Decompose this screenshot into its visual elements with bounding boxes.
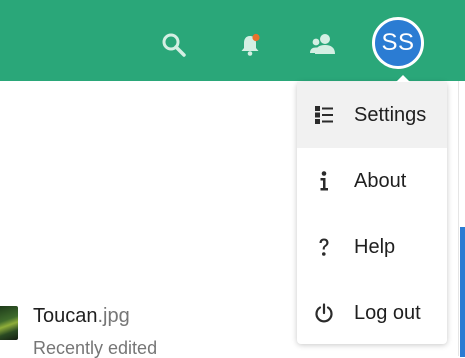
file-thumbnail xyxy=(0,306,18,340)
menu-item-about[interactable]: About xyxy=(297,148,447,214)
menu-item-help[interactable]: Help xyxy=(297,214,447,280)
file-name: Toucan.jpg xyxy=(33,305,130,327)
menu-item-label: About xyxy=(354,170,407,192)
power-icon xyxy=(314,303,334,323)
top-header-bar: SS xyxy=(0,0,465,81)
notification-dot xyxy=(252,33,260,42)
file-list-item[interactable]: Toucan.jpg Recently edited xyxy=(0,298,296,358)
file-extension: .jpg xyxy=(97,305,130,327)
menu-item-label: Help xyxy=(354,236,396,258)
menu-item-label: Log out xyxy=(354,302,421,324)
right-panel-accent xyxy=(460,227,465,357)
file-subtitle: Recently edited xyxy=(33,338,158,358)
settings-list-icon xyxy=(314,105,334,125)
menu-item-label: Settings xyxy=(354,104,427,126)
account-dropdown-menu: Settings About Help Log out xyxy=(297,75,447,346)
info-icon xyxy=(314,171,334,191)
user-avatar[interactable]: SS xyxy=(372,17,424,69)
notification-bell-icon[interactable] xyxy=(236,31,264,59)
file-name-base: Toucan xyxy=(33,305,98,327)
contacts-icon[interactable] xyxy=(308,30,338,58)
menu-item-settings[interactable]: Settings xyxy=(297,82,447,148)
right-panel-edge xyxy=(458,81,465,357)
search-icon[interactable] xyxy=(160,31,188,59)
menu-item-log-out[interactable]: Log out xyxy=(297,280,447,346)
help-icon xyxy=(314,237,334,257)
